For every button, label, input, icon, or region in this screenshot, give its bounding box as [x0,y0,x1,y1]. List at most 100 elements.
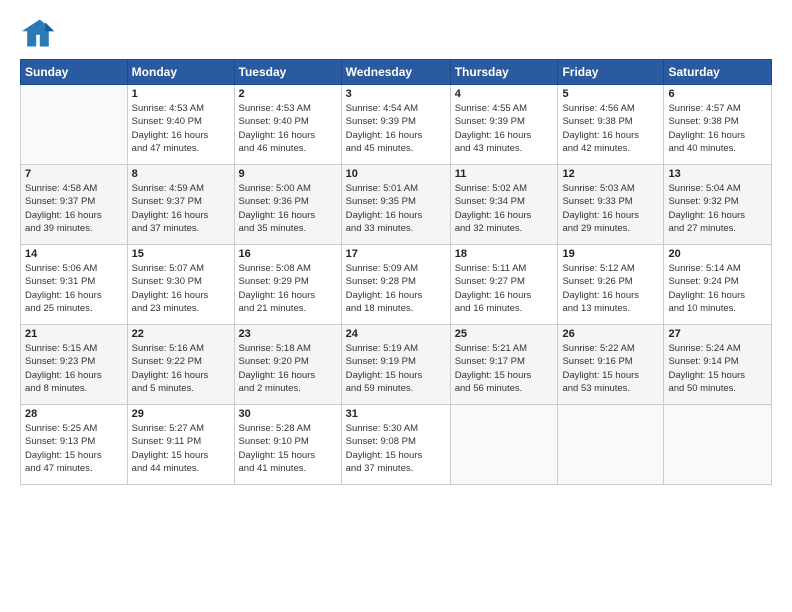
day-number: 4 [455,88,554,100]
day-header-monday: Monday [127,60,234,85]
calendar-cell [558,405,664,485]
week-row-4: 21 Sunrise: 5:15 AM Sunset: 9:23 PM Dayli… [21,325,772,405]
day-info: Sunrise: 5:09 AM Sunset: 9:28 PM Dayligh… [346,262,446,315]
day-info: Sunrise: 5:28 AM Sunset: 9:10 PM Dayligh… [239,422,337,475]
calendar-cell: 23 Sunrise: 5:18 AM Sunset: 9:20 PM Dayli… [234,325,341,405]
day-info: Sunrise: 5:19 AM Sunset: 9:19 PM Dayligh… [346,342,446,395]
day-info: Sunrise: 5:12 AM Sunset: 9:26 PM Dayligh… [562,262,659,315]
day-number: 10 [346,168,446,180]
calendar-cell: 22Sunrise: 5:16 AM Sunset: 9:22 PM Dayli… [127,325,234,405]
day-info: Sunrise: 5:30 AM Sunset: 9:08 PM Dayligh… [346,422,446,475]
calendar-cell: 10Sunrise: 5:01 AM Sunset: 9:35 PM Dayli… [341,165,450,245]
day-number: 14 [25,248,123,260]
day-number: 25 [455,328,554,340]
day-number: 20 [668,248,767,260]
day-info: Sunrise: 5:11 AM Sunset: 9:27 PM Dayligh… [455,262,554,315]
calendar-cell: 31 Sunrise: 5:30 AM Sunset: 9:08 PM Dayli… [341,405,450,485]
calendar-cell: 11 Sunrise: 5:02 AM Sunset: 9:34 PM Dayli… [450,165,558,245]
day-header-sunday: Sunday [21,60,128,85]
day-info: Sunrise: 5:03 AM Sunset: 9:33 PM Dayligh… [562,182,659,235]
header-row: SundayMondayTuesdayWednesdayThursdayFrid… [21,60,772,85]
calendar-cell: 2 Sunrise: 4:53 AM Sunset: 9:40 PM Daylig… [234,85,341,165]
calendar-cell: 27Sunrise: 5:24 AM Sunset: 9:14 PM Dayli… [664,325,772,405]
calendar-cell [450,405,558,485]
day-number: 1 [132,88,230,100]
day-number: 30 [239,408,337,420]
day-number: 11 [455,168,554,180]
day-header-tuesday: Tuesday [234,60,341,85]
day-number: 17 [346,248,446,260]
day-number: 23 [239,328,337,340]
day-info: Sunrise: 4:56 AM Sunset: 9:38 PM Dayligh… [562,102,659,155]
calendar-cell: 13 Sunrise: 5:04 AM Sunset: 9:32 PM Dayli… [664,165,772,245]
day-number: 13 [668,168,767,180]
calendar-cell: 1 Sunrise: 4:53 AM Sunset: 9:40 PM Daylig… [127,85,234,165]
week-row-5: 28 Sunrise: 5:25 AM Sunset: 9:13 PM Dayli… [21,405,772,485]
day-info: Sunrise: 5:14 AM Sunset: 9:24 PM Dayligh… [668,262,767,315]
calendar-cell: 15 Sunrise: 5:07 AM Sunset: 9:30 PM Dayli… [127,245,234,325]
calendar-body: 1 Sunrise: 4:53 AM Sunset: 9:40 PM Daylig… [21,85,772,485]
day-number: 7 [25,168,123,180]
calendar-cell: 12Sunrise: 5:03 AM Sunset: 9:33 PM Dayli… [558,165,664,245]
day-info: Sunrise: 5:07 AM Sunset: 9:30 PM Dayligh… [132,262,230,315]
day-info: Sunrise: 5:16 AM Sunset: 9:22 PM Dayligh… [132,342,230,395]
day-number: 16 [239,248,337,260]
day-header-saturday: Saturday [664,60,772,85]
day-info: Sunrise: 4:53 AM Sunset: 9:40 PM Dayligh… [239,102,337,155]
calendar-cell: 21 Sunrise: 5:15 AM Sunset: 9:23 PM Dayli… [21,325,128,405]
calendar-header: SundayMondayTuesdayWednesdayThursdayFrid… [21,60,772,85]
calendar-cell: 3 Sunrise: 4:54 AM Sunset: 9:39 PM Daylig… [341,85,450,165]
day-header-friday: Friday [558,60,664,85]
calendar-cell [664,405,772,485]
logo-icon [20,15,56,51]
calendar-cell: 9 Sunrise: 5:00 AM Sunset: 9:36 PM Daylig… [234,165,341,245]
calendar-cell: 8 Sunrise: 4:59 AM Sunset: 9:37 PM Daylig… [127,165,234,245]
day-info: Sunrise: 5:25 AM Sunset: 9:13 PM Dayligh… [25,422,123,475]
calendar-cell: 6 Sunrise: 4:57 AM Sunset: 9:38 PM Daylig… [664,85,772,165]
day-info: Sunrise: 5:08 AM Sunset: 9:29 PM Dayligh… [239,262,337,315]
day-number: 29 [132,408,230,420]
calendar-cell: 29Sunrise: 5:27 AM Sunset: 9:11 PM Dayli… [127,405,234,485]
day-number: 5 [562,88,659,100]
day-header-wednesday: Wednesday [341,60,450,85]
day-info: Sunrise: 5:04 AM Sunset: 9:32 PM Dayligh… [668,182,767,235]
calendar-cell: 20 Sunrise: 5:14 AM Sunset: 9:24 PM Dayli… [664,245,772,325]
day-number: 6 [668,88,767,100]
calendar-cell: 17 Sunrise: 5:09 AM Sunset: 9:28 PM Dayli… [341,245,450,325]
day-number: 28 [25,408,123,420]
day-number: 8 [132,168,230,180]
day-info: Sunrise: 5:21 AM Sunset: 9:17 PM Dayligh… [455,342,554,395]
day-number: 9 [239,168,337,180]
day-info: Sunrise: 4:59 AM Sunset: 9:37 PM Dayligh… [132,182,230,235]
day-info: Sunrise: 5:24 AM Sunset: 9:14 PM Dayligh… [668,342,767,395]
calendar-cell: 14 Sunrise: 5:06 AM Sunset: 9:31 PM Dayli… [21,245,128,325]
calendar-cell: 16 Sunrise: 5:08 AM Sunset: 9:29 PM Dayli… [234,245,341,325]
day-number: 2 [239,88,337,100]
day-number: 19 [562,248,659,260]
day-header-thursday: Thursday [450,60,558,85]
day-info: Sunrise: 4:53 AM Sunset: 9:40 PM Dayligh… [132,102,230,155]
day-number: 15 [132,248,230,260]
day-number: 3 [346,88,446,100]
day-info: Sunrise: 4:57 AM Sunset: 9:38 PM Dayligh… [668,102,767,155]
logo [20,15,60,51]
calendar-cell: 19 Sunrise: 5:12 AM Sunset: 9:26 PM Dayli… [558,245,664,325]
day-info: Sunrise: 5:00 AM Sunset: 9:36 PM Dayligh… [239,182,337,235]
page-container: SundayMondayTuesdayWednesdayThursdayFrid… [0,0,792,495]
day-number: 31 [346,408,446,420]
calendar-cell [21,85,128,165]
day-number: 21 [25,328,123,340]
calendar-cell: 26Sunrise: 5:22 AM Sunset: 9:16 PM Dayli… [558,325,664,405]
week-row-3: 14 Sunrise: 5:06 AM Sunset: 9:31 PM Dayli… [21,245,772,325]
day-info: Sunrise: 5:18 AM Sunset: 9:20 PM Dayligh… [239,342,337,395]
day-info: Sunrise: 4:58 AM Sunset: 9:37 PM Dayligh… [25,182,123,235]
day-number: 24 [346,328,446,340]
week-row-1: 1 Sunrise: 4:53 AM Sunset: 9:40 PM Daylig… [21,85,772,165]
day-info: Sunrise: 4:54 AM Sunset: 9:39 PM Dayligh… [346,102,446,155]
day-info: Sunrise: 5:02 AM Sunset: 9:34 PM Dayligh… [455,182,554,235]
calendar-cell: 28 Sunrise: 5:25 AM Sunset: 9:13 PM Dayli… [21,405,128,485]
calendar-cell: 4Sunrise: 4:55 AM Sunset: 9:39 PM Daylig… [450,85,558,165]
day-info: Sunrise: 5:15 AM Sunset: 9:23 PM Dayligh… [25,342,123,395]
week-row-2: 7 Sunrise: 4:58 AM Sunset: 9:37 PM Daylig… [21,165,772,245]
day-info: Sunrise: 5:06 AM Sunset: 9:31 PM Dayligh… [25,262,123,315]
